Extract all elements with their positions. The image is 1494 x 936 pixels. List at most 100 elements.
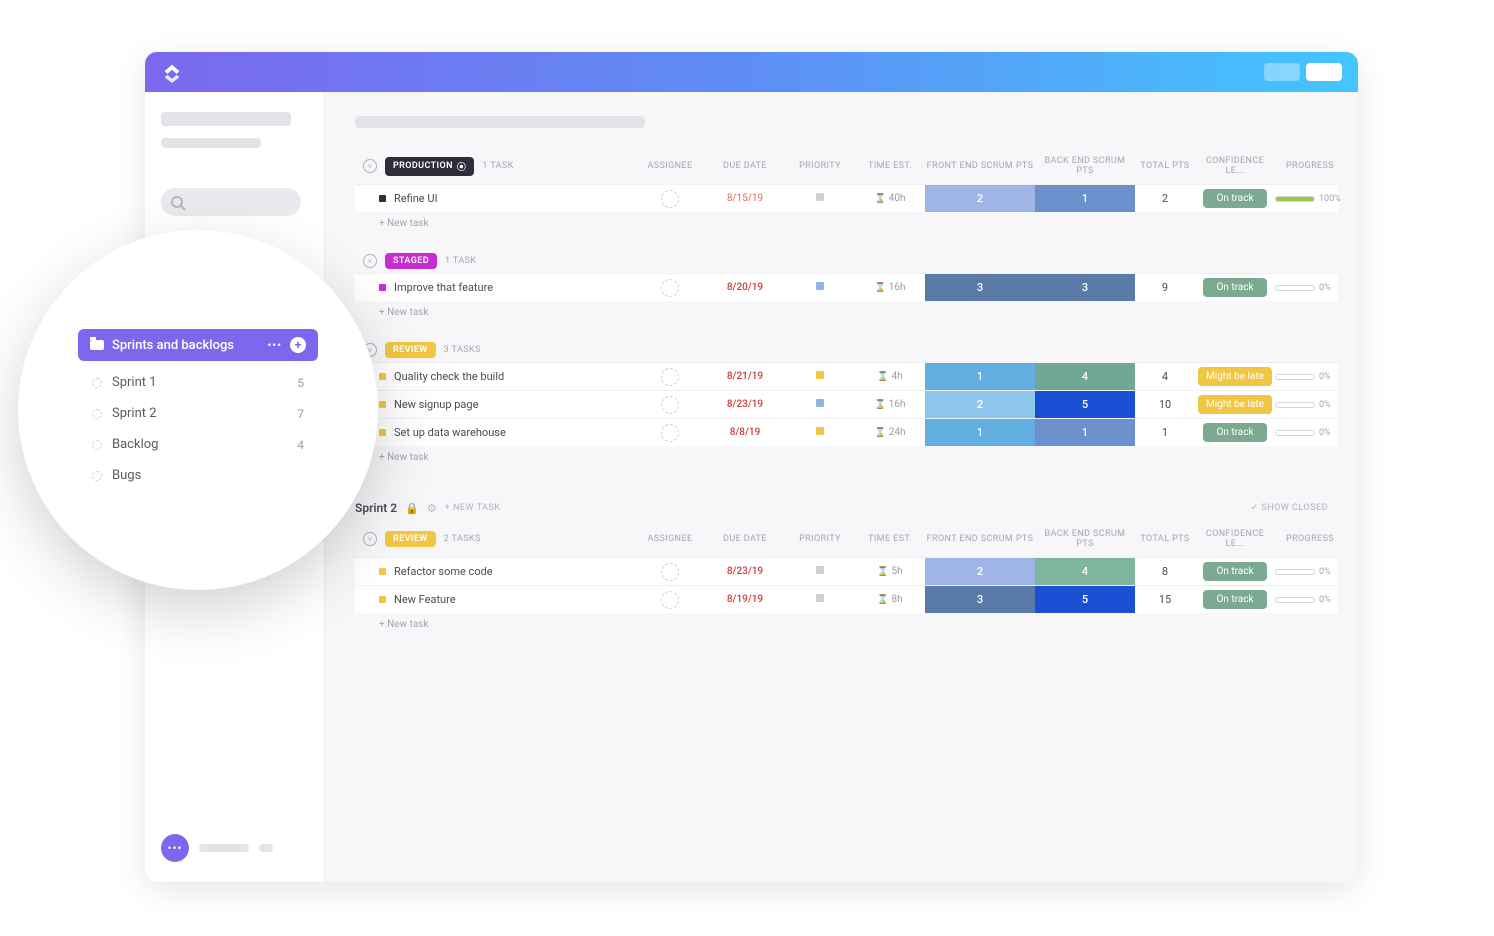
sidebar-list-item[interactable]: Backlog 4 — [78, 429, 318, 460]
back-pts-cell[interactable]: 1 — [1035, 419, 1135, 446]
collapse-icon[interactable]: ˅ — [363, 532, 377, 546]
front-pts-cell[interactable]: 2 — [925, 391, 1035, 418]
time-est-cell[interactable]: ⌛40h — [855, 193, 925, 204]
back-pts-cell[interactable]: 4 — [1035, 558, 1135, 585]
confidence-cell[interactable]: On track — [1195, 423, 1275, 442]
titlebar-chip-active[interactable] — [1306, 63, 1342, 81]
task-row[interactable]: New Feature 8/19/19 ⌛8h 3 5 15 On track … — [355, 585, 1338, 613]
task-row[interactable]: Refactor some code 8/23/19 ⌛5h 2 4 8 On … — [355, 557, 1338, 585]
task-row[interactable]: Improve that feature 8/20/19 ⌛16h 3 3 9 … — [355, 273, 1338, 301]
confidence-cell[interactable]: On track — [1195, 562, 1275, 581]
list-label: Sprint 1 — [112, 375, 157, 390]
time-est-cell[interactable]: ⌛4h — [855, 371, 925, 382]
task-name-cell[interactable]: Set up data warehouse — [355, 426, 635, 439]
time-est-cell[interactable]: ⌛5h — [855, 566, 925, 577]
assignee-cell[interactable] — [635, 424, 705, 442]
col-time: TIME EST. — [855, 161, 925, 171]
new-task-button[interactable]: + New task — [355, 301, 1338, 332]
front-pts-cell[interactable]: 1 — [925, 363, 1035, 390]
group-header[interactable]: ˅ PRODUCTION ⦿ 1 TASK — [355, 157, 635, 176]
titlebar-chip[interactable] — [1264, 63, 1300, 81]
new-task-button[interactable]: + New task — [355, 212, 1338, 243]
assignee-cell[interactable] — [635, 368, 705, 386]
due-date-cell[interactable]: 8/15/19 — [705, 193, 785, 204]
task-row[interactable]: Set up data warehouse 8/8/19 ⌛24h 1 1 1 … — [355, 418, 1338, 446]
sidebar-search[interactable] — [161, 188, 301, 216]
chat-icon: ••• — [161, 834, 189, 862]
chat-launcher[interactable]: ••• — [161, 834, 308, 862]
front-pts-cell[interactable]: 1 — [925, 419, 1035, 446]
group-header[interactable]: ˅ REVIEW 3 TASKS — [355, 342, 635, 358]
back-pts-cell[interactable]: 3 — [1035, 274, 1135, 301]
progress-cell: 0% — [1275, 567, 1345, 577]
assignee-cell[interactable] — [635, 591, 705, 609]
time-est-cell[interactable]: ⌛8h — [855, 594, 925, 605]
priority-cell[interactable] — [785, 371, 855, 382]
sidebar-popout: Sprints and backlogs ••• + Sprint 1 5 Sp… — [18, 230, 378, 590]
priority-cell[interactable] — [785, 594, 855, 605]
task-name-cell[interactable]: Refactor some code — [355, 565, 635, 578]
task-name-cell[interactable]: New Feature — [355, 593, 635, 606]
task-name-cell[interactable]: Refine UI — [355, 192, 635, 205]
settings-icon[interactable]: ⚙ — [427, 502, 437, 515]
assignee-cell[interactable] — [635, 190, 705, 208]
priority-flag-icon — [816, 371, 824, 379]
add-icon[interactable]: + — [290, 337, 306, 353]
more-icon[interactable]: ••• — [267, 339, 282, 352]
sidebar-list-item[interactable]: Sprint 2 7 — [78, 398, 318, 429]
folder-item-active[interactable]: Sprints and backlogs ••• + — [78, 329, 318, 361]
priority-cell[interactable] — [785, 193, 855, 204]
sprint-title[interactable]: Sprint 2 — [355, 501, 397, 515]
task-row[interactable]: Quality check the build 8/21/19 ⌛4h 1 4 … — [355, 362, 1338, 390]
group-header[interactable]: ˅ STAGED 1 TASK — [355, 253, 635, 269]
collapse-icon[interactable]: ˅ — [363, 254, 377, 268]
back-pts-cell[interactable]: 5 — [1035, 391, 1135, 418]
due-date-cell[interactable]: 8/23/19 — [705, 566, 785, 577]
task-row[interactable]: Refine UI 8/15/19 ⌛40h 2 1 2 On track 10… — [355, 184, 1338, 212]
due-date-cell[interactable]: 8/23/19 — [705, 399, 785, 410]
sidebar-list-item[interactable]: Sprint 1 5 — [78, 367, 318, 398]
priority-cell[interactable] — [785, 427, 855, 438]
front-pts-cell[interactable]: 3 — [925, 586, 1035, 613]
assignee-cell[interactable] — [635, 563, 705, 581]
new-task-sprint-button[interactable]: + NEW TASK — [445, 503, 501, 513]
sidebar-list-item[interactable]: Bugs — [78, 460, 318, 491]
task-name-cell[interactable]: Improve that feature — [355, 281, 635, 294]
assignee-cell[interactable] — [635, 279, 705, 297]
new-task-button[interactable]: + New task — [355, 446, 1338, 477]
priority-cell[interactable] — [785, 399, 855, 410]
show-closed-toggle[interactable]: ✓ SHOW CLOSED — [1251, 503, 1328, 513]
priority-cell[interactable] — [785, 566, 855, 577]
due-date-cell[interactable]: 8/8/19 — [705, 427, 785, 438]
task-name-cell[interactable]: New signup page — [355, 398, 635, 411]
back-pts-cell[interactable]: 1 — [1035, 185, 1135, 212]
task-name-cell[interactable]: Quality check the build — [355, 370, 635, 383]
confidence-cell[interactable]: On track — [1195, 189, 1275, 208]
new-task-button[interactable]: + New task — [355, 613, 1338, 644]
hourglass-icon: ⌛ — [875, 428, 886, 438]
chat-skeleton — [259, 844, 273, 852]
time-est-cell[interactable]: ⌛16h — [855, 399, 925, 410]
status-pill-staged: STAGED — [385, 253, 437, 269]
confidence-cell[interactable]: Might be late — [1195, 395, 1275, 414]
time-est-cell[interactable]: ⌛16h — [855, 282, 925, 293]
time-est-cell[interactable]: ⌛24h — [855, 427, 925, 438]
due-date-cell[interactable]: 8/20/19 — [705, 282, 785, 293]
back-pts-cell[interactable]: 5 — [1035, 586, 1135, 613]
front-pts-cell[interactable]: 3 — [925, 274, 1035, 301]
group-header[interactable]: ˅ REVIEW 2 TASKS — [355, 531, 635, 547]
due-date-cell[interactable]: 8/21/19 — [705, 371, 785, 382]
priority-cell[interactable] — [785, 282, 855, 293]
collapse-icon[interactable]: ˅ — [363, 159, 377, 173]
assignee-cell[interactable] — [635, 396, 705, 414]
confidence-cell[interactable]: On track — [1195, 590, 1275, 609]
task-row[interactable]: New signup page 8/23/19 ⌛16h 2 5 10 Migh… — [355, 390, 1338, 418]
lock-icon: ⦿ — [457, 160, 466, 173]
lock-icon: 🔒 — [405, 502, 419, 515]
confidence-cell[interactable]: On track — [1195, 278, 1275, 297]
back-pts-cell[interactable]: 4 — [1035, 363, 1135, 390]
front-pts-cell[interactable]: 2 — [925, 185, 1035, 212]
due-date-cell[interactable]: 8/19/19 — [705, 594, 785, 605]
front-pts-cell[interactable]: 2 — [925, 558, 1035, 585]
confidence-cell[interactable]: Might be late — [1195, 367, 1275, 386]
